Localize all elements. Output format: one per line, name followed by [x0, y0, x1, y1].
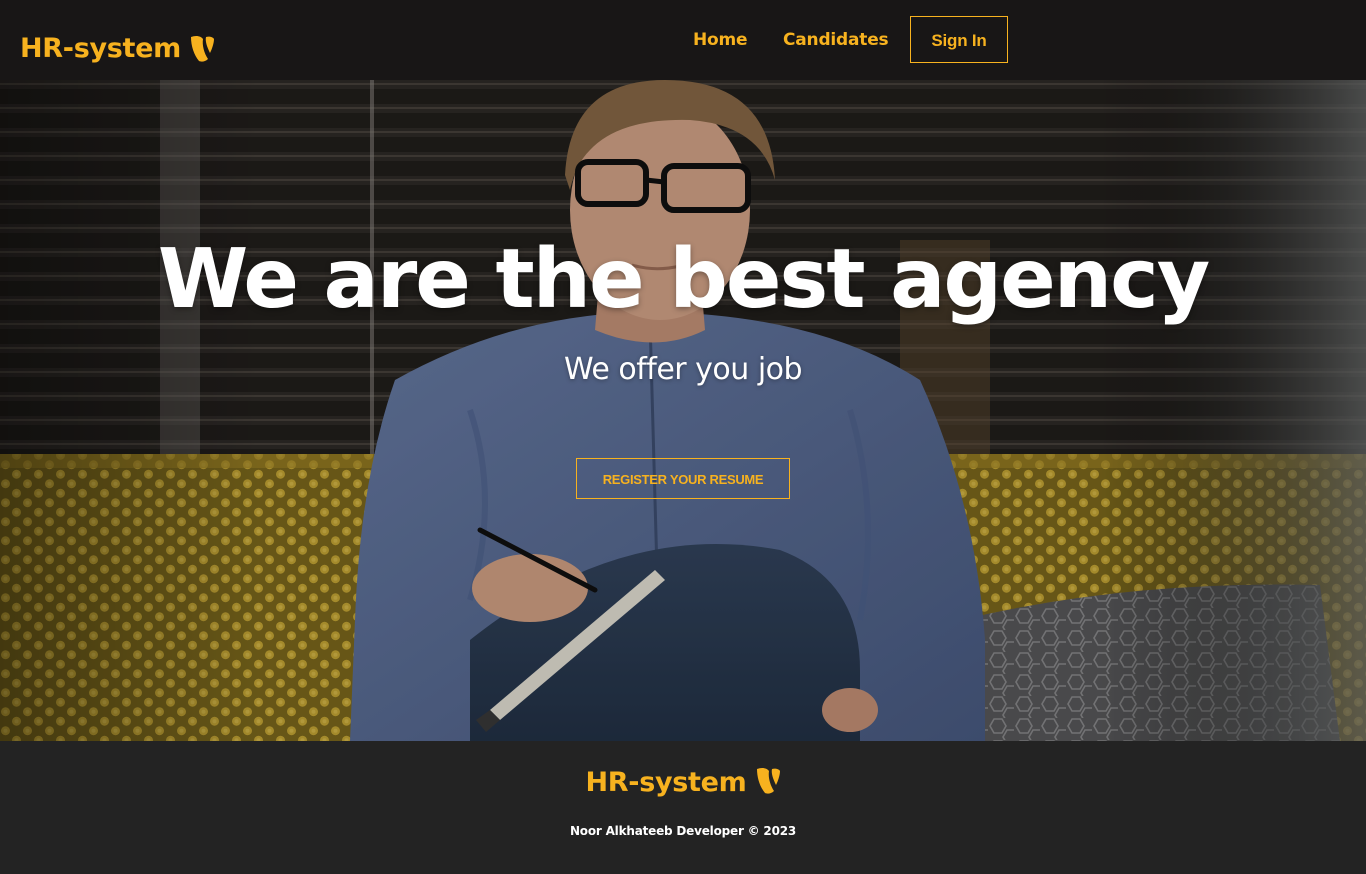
nav-link-home[interactable]: Home [693, 16, 748, 64]
footer-brand-name: HR-system [585, 767, 747, 798]
footer-brand[interactable]: HR-system [0, 765, 1366, 801]
main-nav: Home Candidates Sign In [0, 16, 1366, 64]
register-resume-button[interactable]: REGISTER YOUR RESUME [576, 458, 790, 499]
sign-in-button[interactable]: Sign In [910, 16, 1008, 63]
footer: HR-system Noor Alkhateeb Developer © 202… [0, 741, 1366, 874]
footer-credit: Noor Alkhateeb Developer © 2023 [569, 824, 797, 838]
navbar: HR-system Home Candidates Sign In [0, 0, 1366, 80]
hero-overlay [0, 80, 1366, 741]
typo3-logo-icon [755, 767, 781, 799]
nav-link-candidates[interactable]: Candidates [783, 16, 889, 64]
hero-subtitle: We offer you job [563, 352, 803, 387]
hero-section: We are the best agency We offer you job … [0, 80, 1366, 741]
hero-title: We are the best agency [157, 232, 1210, 327]
